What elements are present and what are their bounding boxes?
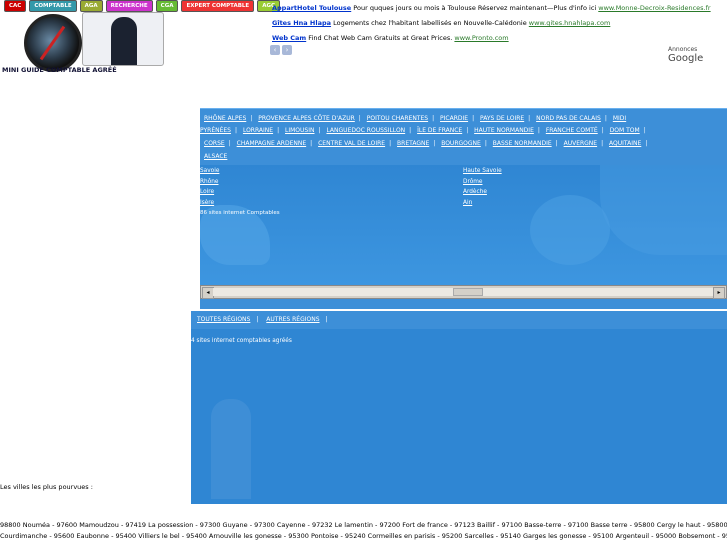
dept-list-left: Savoie Rhône Loire Isère 86 sites intern… — [200, 166, 280, 219]
region-link[interactable]: RHÔNE ALPES — [204, 115, 246, 122]
ad-url-link[interactable]: www.Monne-Decroix-Residences.fr — [598, 4, 710, 12]
ad-title-link[interactable]: AppartHotel Toulouse — [272, 4, 351, 12]
region-link[interactable]: ÎLE DE FRANCE — [417, 127, 462, 134]
tab-recherche[interactable]: RECHERCHE — [105, 0, 153, 12]
dept-link[interactable]: Savoie — [200, 168, 219, 174]
region-link[interactable]: HAUTE NORMANDIE — [474, 127, 534, 134]
region-link[interactable]: PAYS DE LOIRE — [480, 115, 524, 122]
dept-list-right: Haute Savoie Drôme Ardèche Ain — [463, 166, 502, 208]
region-link[interactable]: ALSACE — [204, 153, 227, 160]
ad-text: Pour quques jours ou mois à Toulouse Rés… — [353, 4, 597, 12]
horizontal-scrollbar[interactable]: ◂ ▸ — [200, 285, 727, 299]
region-link[interactable]: POITOU CHARENTES — [367, 115, 428, 122]
header-person-image — [82, 12, 164, 66]
ad-item: AppartHotel Toulouse Pour quques jours o… — [272, 4, 711, 12]
scroll-right-icon[interactable]: ▸ — [713, 287, 725, 299]
tab-cac[interactable]: CAC — [4, 0, 27, 12]
region-map-panel: Savoie Rhône Loire Isère 86 sites intern… — [200, 165, 727, 285]
ad-url-link[interactable]: www.Pronto.com — [454, 34, 508, 42]
villes-list: 98800 Nouméa - 97600 Mamoudzou - 97419 L… — [0, 520, 727, 545]
arrow-right-icon[interactable]: › — [282, 45, 292, 55]
region-link[interactable]: CHAMPAGNE ARDENNE — [237, 140, 307, 147]
villes-line[interactable]: 98800 Nouméa - 97600 Mamoudzou - 97419 L… — [0, 520, 727, 531]
region-link[interactable]: LANGUEDOC ROUSSILLON — [326, 127, 405, 134]
region-link[interactable]: AUVERGNE — [564, 140, 598, 147]
dept-link[interactable]: Ain — [463, 200, 472, 206]
villes-line[interactable]: Courdimanche - 95600 Eaubonne - 95400 Vi… — [0, 531, 727, 542]
ad-url-link[interactable]: www.gites.hnahlapa.com — [529, 19, 611, 27]
dept-link[interactable]: Isère — [200, 200, 214, 206]
region-link[interactable]: LIMOUSIN — [285, 127, 314, 134]
region-link[interactable]: BOURGOGNE — [441, 140, 481, 147]
compass-logo-icon — [24, 14, 82, 72]
map-landmass — [600, 165, 727, 255]
dept-link[interactable]: Drôme — [463, 179, 482, 185]
scroll-track[interactable] — [213, 288, 713, 296]
region-link[interactable]: NORD PAS DE CALAIS — [536, 115, 601, 122]
lower-note: 4 sites internet comptables agréés — [191, 338, 292, 344]
regions-row: CORSE | CHAMPAGNE ARDENNE | CENTRE VAL DE … — [204, 140, 648, 147]
region-link[interactable]: AQUITAINE — [609, 140, 641, 147]
region-link[interactable]: DOM TOM — [610, 127, 640, 134]
region-tabs: TOUTES RÉGIONS | AUTRES RÉGIONS | — [191, 311, 727, 329]
tab-comptable[interactable]: COMPTABLE — [29, 0, 77, 12]
scroll-thumb[interactable] — [453, 288, 483, 296]
region-link[interactable]: FRANCHE COMTÉ — [546, 127, 598, 134]
region-link[interactable]: BRETAGNE — [397, 140, 429, 147]
map-globe — [530, 195, 610, 265]
region-link[interactable]: PYRÉNÉES — [200, 127, 231, 134]
region-link[interactable]: PROVENCE ALPES CÔTE D'AZUR — [258, 115, 355, 122]
person-watermark-icon — [211, 399, 251, 499]
dept-link[interactable]: Ardèche — [463, 189, 487, 195]
ad-text: Logements chez l'habitant labellisés en … — [333, 19, 527, 27]
dept-note: 86 sites internet Comptables — [200, 210, 280, 216]
region-link[interactable]: CENTRE VAL DE LOIRE — [318, 140, 385, 147]
top-nav: CAC COMPTABLE AGA RECHERCHE CGA EXPERT C… — [4, 0, 280, 12]
annonces-label: Annonces — [668, 46, 698, 53]
dept-link[interactable]: Rhône — [200, 179, 219, 185]
ad-title-link[interactable]: Web Cam — [272, 34, 306, 42]
villes-title: Les villes les plus pourvues : — [0, 483, 93, 491]
region-link[interactable]: CORSE — [204, 140, 225, 147]
regions-row: PYRÉNÉES | LORRAINE | LIMOUSIN | LANGUEDOC … — [200, 127, 646, 134]
other-regions-link[interactable]: AUTRES RÉGIONS — [266, 316, 319, 323]
region-link[interactable]: MIDI — [613, 115, 626, 122]
regions-row: ALSACE — [200, 153, 231, 160]
tab-expert-comptable[interactable]: EXPERT COMPTABLE — [181, 0, 255, 12]
all-regions-link[interactable]: TOUTES RÉGIONS — [197, 316, 250, 323]
person-silhouette-icon — [111, 17, 137, 65]
site-guide-label: MINI GUIDE COMPTABLE AGRÉÉ — [2, 66, 117, 74]
google-brand: Google — [668, 53, 704, 64]
dept-link[interactable]: Loire — [200, 189, 214, 195]
ad-text: Find Chat Web Cam Gratuits at Great Pric… — [308, 34, 453, 42]
arrow-left-icon[interactable]: ‹ — [270, 45, 280, 55]
region-link[interactable]: PICARDIE — [440, 115, 468, 122]
region-link[interactable]: LORRAINE — [243, 127, 273, 134]
regions-row: RHÔNE ALPES | PROVENCE ALPES CÔTE D'AZUR |… — [204, 115, 627, 122]
ad-pager: ‹ › — [270, 45, 292, 55]
annonces-google[interactable]: Annonces Google — [668, 46, 727, 64]
tab-aga[interactable]: AGA — [79, 0, 103, 12]
regions-nav: RHÔNE ALPES | PROVENCE ALPES CÔTE D'AZUR |… — [200, 108, 727, 166]
ad-title-link[interactable]: Gîtes Hna Hlapa — [272, 19, 331, 27]
tab-cga[interactable]: CGA — [155, 0, 179, 12]
lower-panel — [191, 329, 727, 504]
ad-item: Gîtes Hna Hlapa Logements chez l'habitan… — [272, 19, 610, 27]
ad-item: Web Cam Find Chat Web Cam Gratuits at Gr… — [272, 34, 509, 42]
dept-link[interactable]: Haute Savoie — [463, 168, 502, 174]
region-link[interactable]: BASSE NORMANDIE — [493, 140, 552, 147]
map-footer-bar — [200, 299, 727, 309]
